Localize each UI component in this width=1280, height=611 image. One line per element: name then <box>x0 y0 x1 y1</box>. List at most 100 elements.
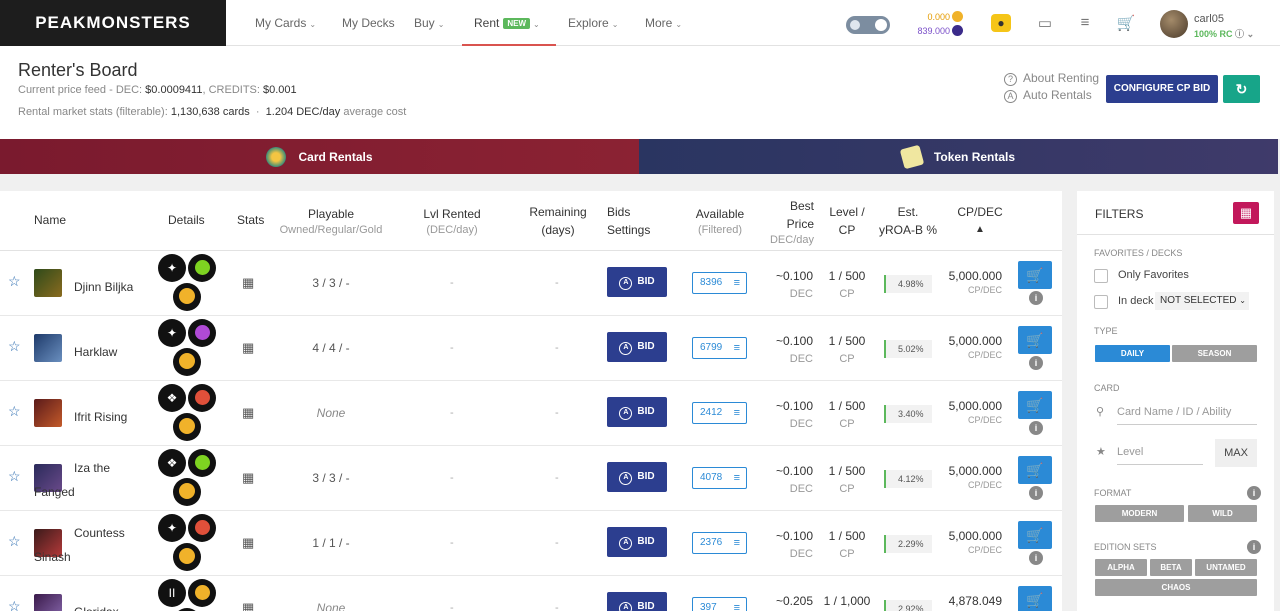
col-yroa[interactable]: Est. yROA-B % <box>878 203 938 239</box>
bid-button[interactable]: A BID <box>607 462 667 492</box>
stats-icon[interactable]: ▦ <box>242 340 254 356</box>
tab-card-rentals[interactable]: Card Rentals <box>0 139 639 174</box>
nav-more[interactable]: More ⌄ <box>645 0 682 46</box>
chevron-down-icon[interactable]: ⌄ <box>1247 29 1255 39</box>
add-to-cart-button[interactable]: 🛒 <box>1018 456 1052 484</box>
nav-explore[interactable]: Explore ⌄ <box>568 0 618 46</box>
favorite-star-icon[interactable]: ☆ <box>8 598 21 611</box>
stats-icon[interactable]: ▦ <box>242 535 254 551</box>
type-season-button[interactable]: SEASON <box>1172 345 1257 362</box>
nav-my-decks[interactable]: My Decks <box>342 0 395 46</box>
col-lvl-rented[interactable]: Lvl Rented (DEC/day) <box>412 205 492 237</box>
favorite-star-icon[interactable]: ☆ <box>8 338 21 355</box>
format-modern-button[interactable]: MODERN <box>1095 505 1184 522</box>
card-details[interactable]: ✦ <box>158 514 218 572</box>
edition-untamed-button[interactable]: UNTAMED <box>1195 559 1257 576</box>
info-icon[interactable]: ⓘ <box>1235 29 1244 39</box>
card-thumbnail[interactable] <box>34 594 62 611</box>
bid-button[interactable]: A BID <box>607 592 667 611</box>
stats-icon[interactable]: ▦ <box>242 275 254 291</box>
available-button[interactable]: 8396 ≡ <box>692 272 747 294</box>
available-button[interactable]: 2376 ≡ <box>692 532 747 554</box>
chat-icon[interactable]: ● <box>991 14 1011 32</box>
stats-icon[interactable]: ▦ <box>242 470 254 486</box>
card-name[interactable]: Djinn Biljka <box>74 275 154 299</box>
favorite-star-icon[interactable]: ☆ <box>8 468 21 485</box>
favorite-star-icon[interactable]: ☆ <box>8 403 21 420</box>
in-deck-checkbox[interactable] <box>1094 295 1108 309</box>
refresh-button[interactable]: ↻ <box>1223 75 1260 103</box>
deck-select[interactable]: NOT SELECTED ⌄ <box>1155 292 1249 310</box>
favorite-star-icon[interactable]: ☆ <box>8 533 21 550</box>
card-details[interactable]: II <box>158 579 218 611</box>
stats-icon[interactable]: ▦ <box>242 405 254 421</box>
add-to-cart-button[interactable]: 🛒 <box>1018 326 1052 354</box>
info-icon[interactable]: i <box>1029 291 1043 305</box>
card-thumbnail[interactable] <box>34 399 62 427</box>
available-button[interactable]: 6799 ≡ <box>692 337 747 359</box>
add-to-cart-button[interactable]: 🛒 <box>1018 586 1052 611</box>
card-name[interactable]: Gloridax <box>74 600 154 611</box>
only-favorites-checkbox[interactable] <box>1094 269 1108 283</box>
available-button[interactable]: 397 ≡ <box>692 597 747 611</box>
col-best-price[interactable]: Best Price DEC/day <box>764 197 814 247</box>
col-cpdec[interactable]: CP/DEC ▲ <box>954 203 1006 239</box>
card-name[interactable]: Ifrit Rising <box>74 405 154 429</box>
bid-button[interactable]: A BID <box>607 397 667 427</box>
info-icon[interactable]: i <box>1029 421 1043 435</box>
card-name[interactable]: Iza the Fanged <box>34 456 154 504</box>
avatar[interactable] <box>1160 10 1188 38</box>
add-to-cart-button[interactable]: 🛒 <box>1018 261 1052 289</box>
card-search-input[interactable]: Card Name / ID / Ability <box>1117 399 1257 425</box>
col-name[interactable]: Name <box>34 211 66 229</box>
col-available[interactable]: Available (Filtered) <box>690 205 750 237</box>
card-name[interactable]: Harklaw <box>74 340 154 364</box>
type-daily-button[interactable]: DAILY <box>1095 345 1170 362</box>
card-thumbnail[interactable] <box>34 269 62 297</box>
add-to-cart-button[interactable]: 🛒 <box>1018 391 1052 419</box>
edition-chaos-button[interactable]: CHAOS <box>1095 579 1257 596</box>
level-input[interactable]: Level <box>1117 439 1203 465</box>
nav-rent[interactable]: Rent NEW ⌄ <box>462 0 556 46</box>
nav-buy[interactable]: Buy ⌄ <box>414 0 444 46</box>
stats-icon[interactable]: ▦ <box>242 600 254 611</box>
info-icon[interactable]: i <box>1247 540 1261 554</box>
filter-toggle-button[interactable]: ▦ <box>1233 202 1259 224</box>
max-level-button[interactable]: MAX <box>1215 439 1257 467</box>
info-icon[interactable]: i <box>1029 486 1043 500</box>
card-details[interactable]: ✦ <box>158 319 218 377</box>
inbox-icon[interactable]: ▭ <box>1035 14 1055 32</box>
tab-token-rentals[interactable]: Token Rentals <box>639 139 1278 174</box>
col-est-label: Est. <box>897 205 919 219</box>
nav-my-cards[interactable]: My Cards ⌄ <box>255 0 316 46</box>
about-renting-link[interactable]: ? About Renting <box>1004 71 1099 86</box>
edition-alpha-button[interactable]: ALPHA <box>1095 559 1147 576</box>
col-remaining[interactable]: Remaining (days) <box>522 203 594 239</box>
configure-cp-bid-button[interactable]: CONFIGURE CP BID <box>1106 75 1218 103</box>
theme-toggle[interactable] <box>846 16 890 34</box>
available-button[interactable]: 4078 ≡ <box>692 467 747 489</box>
layers-icon[interactable]: ≡ <box>1075 14 1095 32</box>
card-details[interactable]: ❖ <box>158 384 218 442</box>
auto-rentals-link[interactable]: A Auto Rentals <box>1004 88 1092 103</box>
bid-button[interactable]: A BID <box>607 332 667 362</box>
cart-icon[interactable]: 🛒 <box>1116 14 1136 32</box>
col-level-cp[interactable]: Level / CP <box>822 203 872 239</box>
username[interactable]: carl05 <box>1194 13 1224 25</box>
bid-button[interactable]: A BID <box>607 267 667 297</box>
format-wild-button[interactable]: WILD <box>1188 505 1257 522</box>
info-icon[interactable]: i <box>1029 356 1043 370</box>
col-playable[interactable]: Playable Owned/Regular/Gold <box>275 205 387 237</box>
edition-beta-button[interactable]: BETA <box>1150 559 1192 576</box>
card-name[interactable]: Countess Sinash <box>34 521 154 569</box>
info-icon[interactable]: i <box>1247 486 1261 500</box>
info-icon[interactable]: i <box>1029 551 1043 565</box>
bid-button[interactable]: A BID <box>607 527 667 557</box>
add-to-cart-button[interactable]: 🛒 <box>1018 521 1052 549</box>
available-button[interactable]: 2412 ≡ <box>692 402 747 424</box>
card-details[interactable]: ❖ <box>158 449 218 507</box>
peakmonsters-logo[interactable]: PEAKMONSTERS <box>0 0 226 46</box>
favorite-star-icon[interactable]: ☆ <box>8 273 21 290</box>
card-details[interactable]: ✦ <box>158 254 218 312</box>
card-thumbnail[interactable] <box>34 334 62 362</box>
